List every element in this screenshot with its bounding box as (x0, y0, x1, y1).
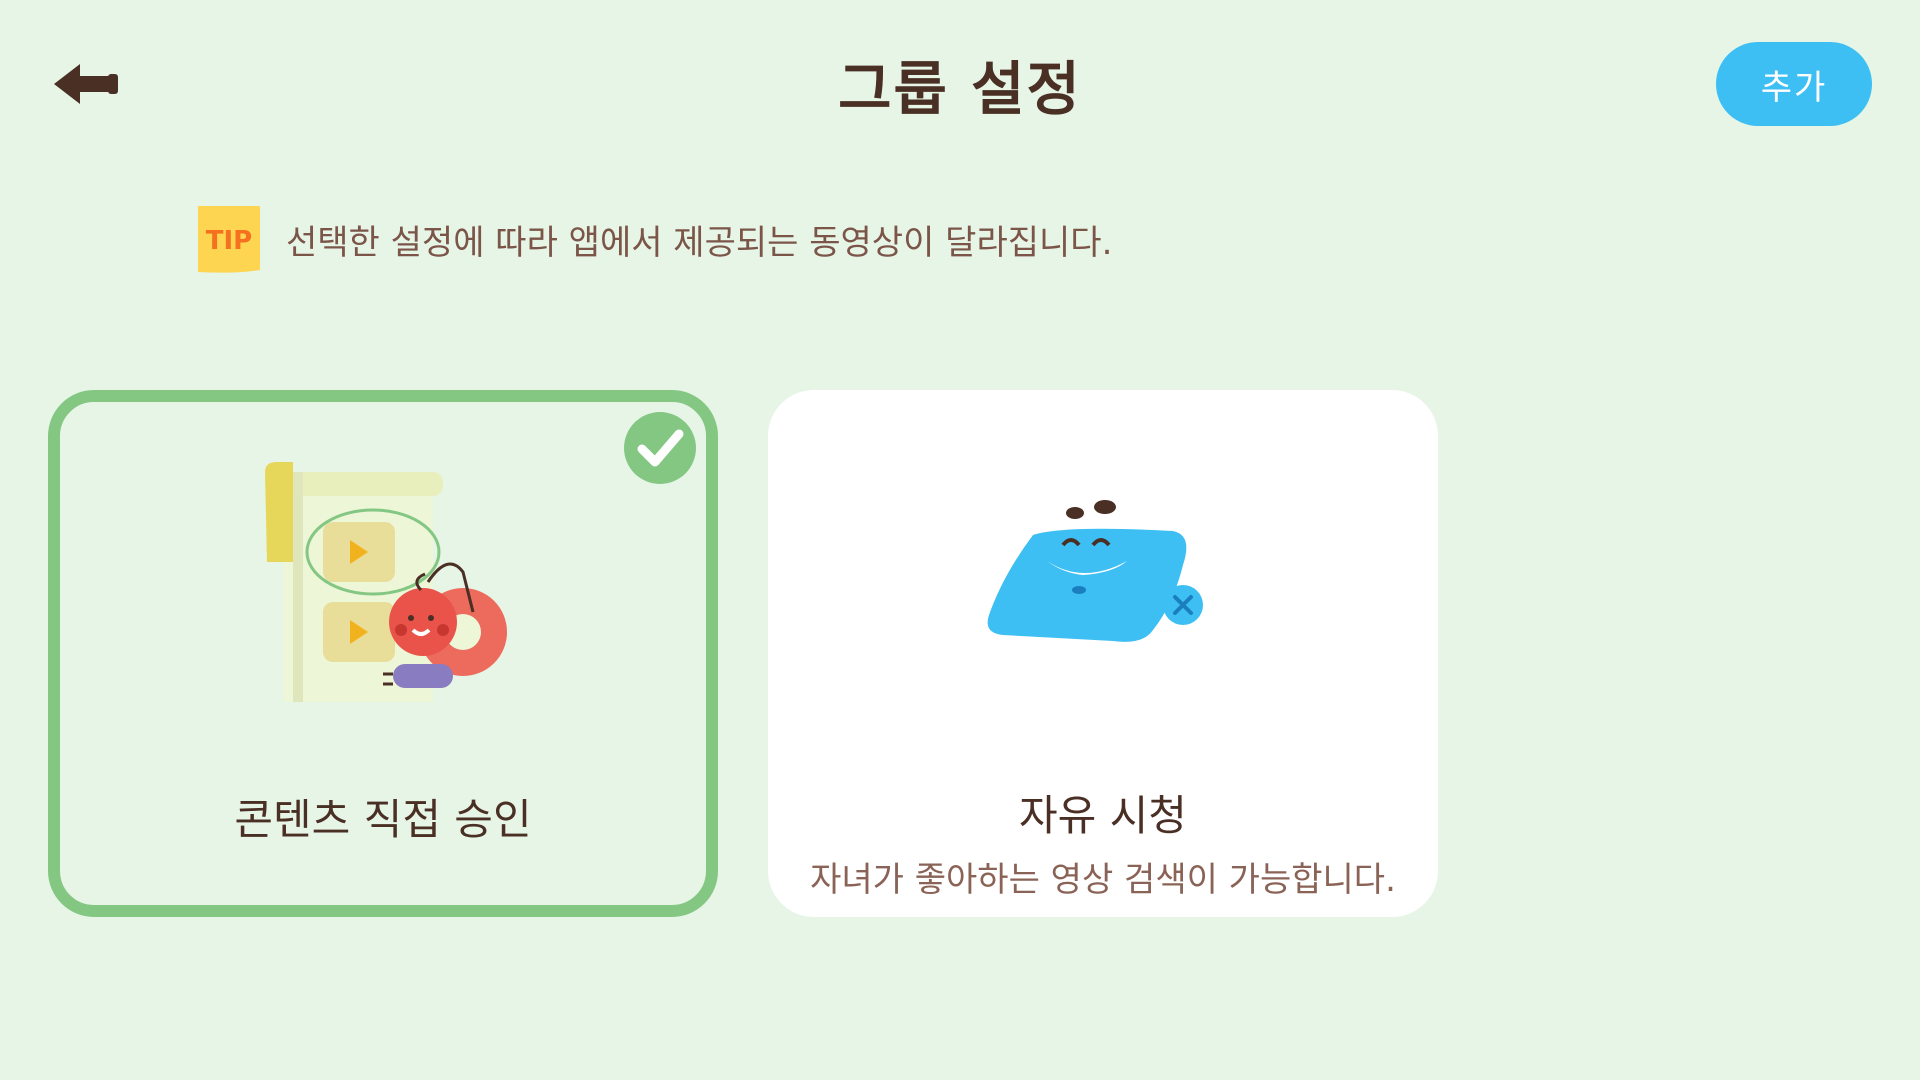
tip-text: 선택한 설정에 따라 앱에서 제공되는 동영상이 달라집니다. (286, 222, 1113, 263)
option-card-free-viewing[interactable]: 자유 시청 자녀가 좋아하는 영상 검색이 가능합니다. (768, 390, 1438, 917)
free-viewing-illustration (983, 495, 1223, 665)
option-description: 자녀가 좋아하는 영상 검색이 가능합니다. (810, 860, 1396, 900)
selected-check-icon (624, 412, 696, 484)
option-card-content-approval[interactable]: 콘텐츠 직접 승인 (48, 390, 718, 917)
content-approval-illustration (253, 452, 513, 712)
option-title: 자유 시청 (1019, 791, 1187, 840)
tip-row: TIP 선택한 설정에 따라 앱에서 제공되는 동영상이 달라집니다. (194, 204, 1112, 274)
add-button[interactable]: 추가 (1716, 42, 1872, 126)
tip-icon: TIP (194, 204, 262, 274)
option-title: 콘텐츠 직접 승인 (234, 795, 532, 844)
page-title: 그룹 설정 (838, 55, 1082, 123)
tip-badge-text: TIP (206, 226, 252, 256)
